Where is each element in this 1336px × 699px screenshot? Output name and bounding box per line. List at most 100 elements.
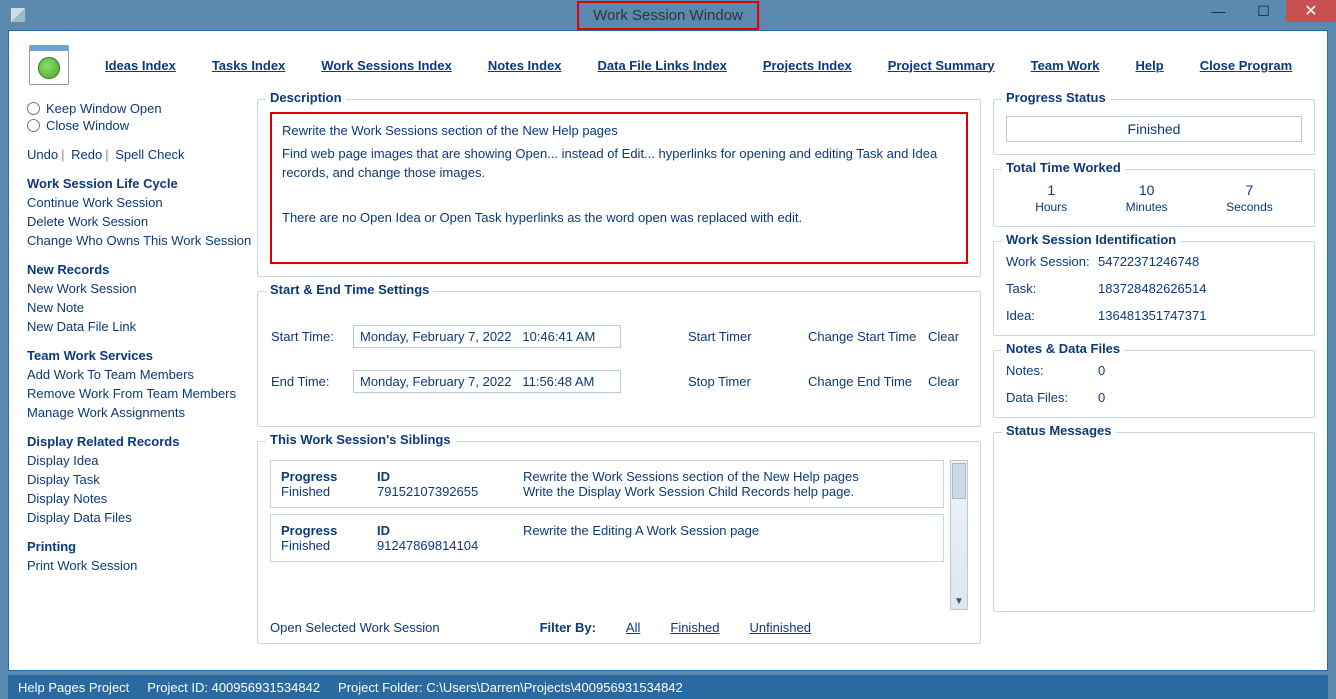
seconds-label: Seconds [1226, 200, 1273, 214]
description-group: Description Rewrite the Work Sessions se… [257, 99, 981, 277]
clear-end-link[interactable]: Clear [928, 374, 959, 389]
right-panel: Progress Status Total Time Worked 1Hours… [993, 99, 1327, 670]
change-owner-link[interactable]: Change Who Owns This Work Session [27, 233, 257, 248]
status-project-folder: Project Folder: C:\Users\Darren\Projects… [338, 680, 683, 695]
redo-link[interactable]: Redo [71, 147, 102, 162]
siblings-scrollbar[interactable]: ▲ ▼ [950, 460, 968, 610]
start-timer-link[interactable]: Start Timer [688, 329, 752, 344]
sibling-desc-line: Write the Display Work Session Child Rec… [523, 484, 933, 499]
task-id-value: 183728482626514 [1098, 281, 1302, 296]
status-project-name: Help Pages Project [18, 680, 129, 695]
new-note-link[interactable]: New Note [27, 300, 257, 315]
data-files-count-label: Data Files: [1006, 390, 1098, 405]
close-button[interactable]: ✕ [1286, 0, 1336, 22]
sibling-progress-header: Progress [281, 469, 371, 484]
menu-tasks-index[interactable]: Tasks Index [212, 58, 285, 73]
undo-link[interactable]: Undo [27, 147, 58, 162]
notes-files-group: Notes & Data Files Notes:0 Data Files:0 [993, 350, 1315, 418]
new-data-file-link-link[interactable]: New Data File Link [27, 319, 257, 334]
total-time-legend: Total Time Worked [1002, 160, 1125, 175]
continue-work-session-link[interactable]: Continue Work Session [27, 195, 257, 210]
menu-notes-index[interactable]: Notes Index [488, 58, 562, 73]
print-work-session-link[interactable]: Print Work Session [27, 558, 257, 573]
minimize-button[interactable]: — [1196, 0, 1241, 22]
menubar: Ideas Index Tasks Index Work Sessions In… [9, 31, 1327, 97]
menu-ideas-index[interactable]: Ideas Index [105, 58, 176, 73]
main-panel: Description Rewrite the Work Sessions se… [257, 99, 993, 670]
display-task-link[interactable]: Display Task [27, 472, 257, 487]
new-work-session-link[interactable]: New Work Session [27, 281, 257, 296]
menu-team-work[interactable]: Team Work [1031, 58, 1100, 73]
sibling-progress-value: Finished [281, 538, 371, 553]
end-time-input[interactable] [353, 370, 621, 393]
description-textarea[interactable]: Rewrite the Work Sessions section of the… [270, 112, 968, 264]
idea-id-label: Idea: [1006, 308, 1098, 323]
display-notes-link[interactable]: Display Notes [27, 491, 257, 506]
menu-help[interactable]: Help [1136, 58, 1164, 73]
total-time-group: Total Time Worked 1Hours 10Minutes 7Seco… [993, 169, 1315, 227]
minutes-value: 10 [1126, 182, 1168, 198]
spell-check-link[interactable]: Spell Check [115, 147, 184, 162]
start-time-label: Start Time: [270, 324, 352, 349]
sibling-progress-value: Finished [281, 484, 371, 499]
task-id-label: Task: [1006, 281, 1098, 296]
minutes-label: Minutes [1126, 200, 1168, 214]
progress-status-field[interactable] [1006, 116, 1302, 142]
time-settings-group: Start & End Time Settings Start Time: St… [257, 291, 981, 427]
window-title: Work Session Window [577, 1, 759, 30]
undo-redo-spell-bar: Undo| Redo| Spell Check [27, 147, 257, 162]
close-window-radio[interactable]: Close Window [27, 118, 257, 133]
manage-assignments-link[interactable]: Manage Work Assignments [27, 405, 257, 420]
display-related-header: Display Related Records [27, 434, 257, 449]
new-records-header: New Records [27, 262, 257, 277]
end-time-label: End Time: [270, 369, 352, 394]
scroll-thumb[interactable] [952, 463, 966, 499]
change-start-time-link[interactable]: Change Start Time [808, 329, 916, 344]
progress-status-group: Progress Status [993, 99, 1315, 155]
sibling-row[interactable]: Progress ID Rewrite the Work Sessions se… [270, 460, 944, 508]
maximize-button[interactable]: ☐ [1241, 0, 1286, 22]
siblings-group: This Work Session's Siblings Progress ID… [257, 441, 981, 644]
open-selected-work-session-link[interactable]: Open Selected Work Session [270, 620, 440, 635]
hours-label: Hours [1035, 200, 1067, 214]
scroll-down-icon[interactable]: ▼ [951, 593, 967, 609]
filter-by-label: Filter By: [540, 620, 596, 635]
stop-timer-link[interactable]: Stop Timer [688, 374, 751, 389]
calendar-clock-icon [29, 45, 69, 85]
filter-all-link[interactable]: All [626, 620, 640, 635]
filter-finished-link[interactable]: Finished [670, 620, 719, 635]
identification-group: Work Session Identification Work Session… [993, 241, 1315, 336]
idea-id-value: 136481351747371 [1098, 308, 1302, 323]
description-legend: Description [266, 90, 346, 105]
menu-work-sessions-index[interactable]: Work Sessions Index [321, 58, 452, 73]
delete-work-session-link[interactable]: Delete Work Session [27, 214, 257, 229]
keep-window-open-radio[interactable]: Keep Window Open [27, 101, 257, 116]
siblings-list: Progress ID Rewrite the Work Sessions se… [270, 454, 944, 610]
life-cycle-header: Work Session Life Cycle [27, 176, 257, 191]
status-project-id: Project ID: 400956931534842 [147, 680, 320, 695]
start-time-input[interactable] [353, 325, 621, 348]
siblings-legend: This Work Session's Siblings [266, 432, 455, 447]
app-icon [10, 7, 26, 23]
left-panel: Keep Window Open Close Window Undo| Redo… [9, 99, 257, 670]
display-idea-link[interactable]: Display Idea [27, 453, 257, 468]
change-end-time-link[interactable]: Change End Time [808, 374, 912, 389]
sibling-id-value: 79152107392655 [377, 484, 517, 499]
notes-count-label: Notes: [1006, 363, 1098, 378]
sibling-desc-line: Rewrite the Work Sessions section of the… [523, 469, 933, 484]
titlebar: Work Session Window — ☐ ✕ [0, 0, 1336, 30]
status-messages-legend: Status Messages [1002, 423, 1116, 438]
display-data-files-link[interactable]: Display Data Files [27, 510, 257, 525]
menu-data-file-links-index[interactable]: Data File Links Index [598, 58, 727, 73]
menu-projects-index[interactable]: Projects Index [763, 58, 852, 73]
sibling-desc-line: Rewrite the Editing A Work Session page [523, 523, 933, 538]
sibling-id-value: 91247869814104 [377, 538, 517, 553]
filter-unfinished-link[interactable]: Unfinished [750, 620, 811, 635]
clear-start-link[interactable]: Clear [928, 329, 959, 344]
sibling-desc-line [523, 538, 933, 553]
menu-close-program[interactable]: Close Program [1200, 58, 1292, 73]
remove-work-team-link[interactable]: Remove Work From Team Members [27, 386, 257, 401]
sibling-row[interactable]: Progress ID Rewrite the Editing A Work S… [270, 514, 944, 562]
menu-project-summary[interactable]: Project Summary [888, 58, 995, 73]
add-work-team-link[interactable]: Add Work To Team Members [27, 367, 257, 382]
